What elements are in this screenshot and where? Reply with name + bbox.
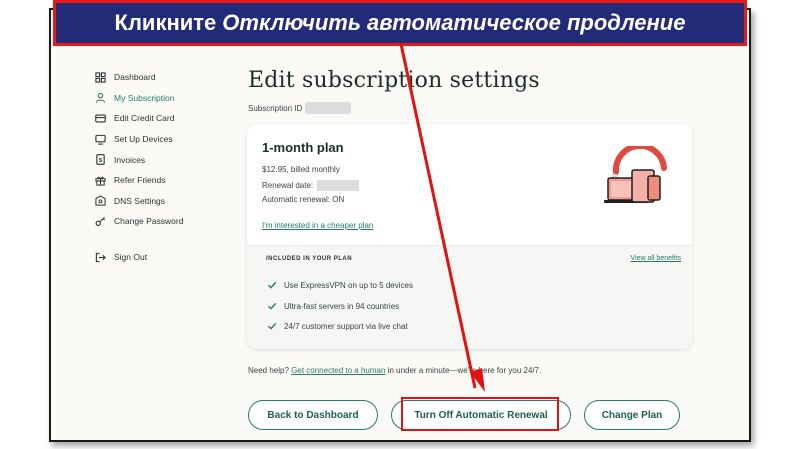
benefit-text: 24/7 customer support via live chat bbox=[284, 321, 408, 331]
renewal-date: Renewal date: bbox=[262, 180, 360, 191]
sidebar-item-label: Edit Credit Card bbox=[114, 113, 175, 124]
banner-prefix: Кликните bbox=[114, 10, 217, 35]
sidebar-item-label: Invoices bbox=[114, 154, 146, 165]
redacted-subscription-id bbox=[305, 102, 352, 114]
benefit-text: Ultra-fast servers in 94 countries bbox=[284, 301, 400, 311]
auto-renewal-status: Automatic renewal: ON bbox=[262, 195, 345, 204]
plan-name: 1-month plan bbox=[262, 140, 344, 155]
gift-icon bbox=[95, 175, 106, 186]
sidebar-item-dashboard[interactable]: Dashboard bbox=[95, 67, 215, 88]
sidebar-item-label: Refer Friends bbox=[114, 175, 166, 186]
contact-human-link[interactable]: Get connected to a human bbox=[291, 366, 385, 375]
sidebar-item-dns-settings[interactable]: DNS Settings bbox=[95, 191, 215, 212]
benefit-item: 24/7 customer support via live chat bbox=[267, 321, 408, 331]
renewal-date-label: Renewal date: bbox=[262, 181, 314, 190]
invoice-icon: $ bbox=[95, 154, 106, 165]
instruction-banner: Кликните Отключить автоматическое продле… bbox=[53, 0, 747, 46]
help-text: Need help? Get connected to a human in u… bbox=[248, 366, 541, 375]
subscription-id: Subscription ID bbox=[248, 102, 352, 114]
sidebar-item-my-subscription[interactable]: My Subscription bbox=[95, 88, 215, 109]
cheaper-plan-link[interactable]: I'm interested in a cheaper plan bbox=[262, 221, 373, 230]
sidebar-item-set-up-devices[interactable]: Set Up Devices bbox=[95, 129, 215, 150]
sidebar-item-refer-friends[interactable]: Refer Friends bbox=[95, 170, 215, 191]
sidebar-item-label: DNS Settings bbox=[114, 195, 166, 206]
sidebar-item-label: Sign Out bbox=[114, 252, 148, 263]
screenshot-frame: Dashboard My Subscription Edit Credit Ca… bbox=[49, 8, 751, 442]
user-icon bbox=[95, 92, 106, 104]
check-icon bbox=[268, 281, 277, 289]
view-all-benefits-link[interactable]: View all benefits bbox=[631, 255, 681, 262]
plan-price: $12.95, billed monthly bbox=[262, 165, 340, 174]
subscription-id-label: Subscription ID bbox=[248, 103, 303, 113]
key-icon bbox=[95, 216, 106, 227]
credit-card-icon bbox=[95, 113, 106, 124]
banner-emphasis: Отключить автоматическое продление bbox=[222, 10, 686, 35]
grid-icon bbox=[95, 72, 106, 83]
plan-card: 1-month plan $12.95, billed monthly Rene… bbox=[247, 124, 692, 349]
check-icon bbox=[268, 302, 277, 310]
benefits-section: INCLUDED IN YOUR PLAN View all benefits … bbox=[247, 245, 692, 349]
benefits-heading: INCLUDED IN YOUR PLAN bbox=[266, 256, 353, 262]
sidebar: Dashboard My Subscription Edit Credit Ca… bbox=[95, 67, 215, 267]
redacted-renewal-date bbox=[317, 180, 360, 191]
change-plan-button[interactable]: Change Plan bbox=[584, 400, 680, 430]
devices-icon bbox=[95, 134, 106, 145]
devices-illustration bbox=[602, 142, 674, 208]
highlight-box bbox=[401, 397, 559, 431]
sidebar-item-label: Set Up Devices bbox=[114, 134, 173, 145]
benefit-item: Ultra-fast servers in 94 countries bbox=[267, 301, 399, 311]
sign-out-icon bbox=[95, 252, 106, 263]
svg-text:$: $ bbox=[99, 158, 102, 164]
sidebar-item-sign-out[interactable]: Sign Out bbox=[95, 247, 215, 268]
page-title: Edit subscription settings bbox=[248, 68, 540, 93]
help-suffix: in under a minute—we're here for you 24/… bbox=[387, 366, 542, 375]
sidebar-item-invoices[interactable]: $ Invoices bbox=[95, 149, 215, 170]
sidebar-item-label: Dashboard bbox=[114, 72, 156, 83]
check-icon bbox=[268, 322, 277, 330]
sidebar-item-label: Change Password bbox=[114, 216, 184, 227]
benefit-text: Use ExpressVPN on up to 5 devices bbox=[284, 280, 413, 290]
help-prefix: Need help? bbox=[248, 366, 289, 375]
back-to-dashboard-button[interactable]: Back to Dashboard bbox=[248, 400, 378, 430]
sidebar-item-edit-credit-card[interactable]: Edit Credit Card bbox=[95, 108, 215, 129]
sidebar-item-label: My Subscription bbox=[114, 92, 175, 103]
sidebar-item-change-password[interactable]: Change Password bbox=[95, 211, 215, 232]
dns-icon bbox=[95, 195, 106, 206]
benefit-item: Use ExpressVPN on up to 5 devices bbox=[267, 280, 413, 290]
